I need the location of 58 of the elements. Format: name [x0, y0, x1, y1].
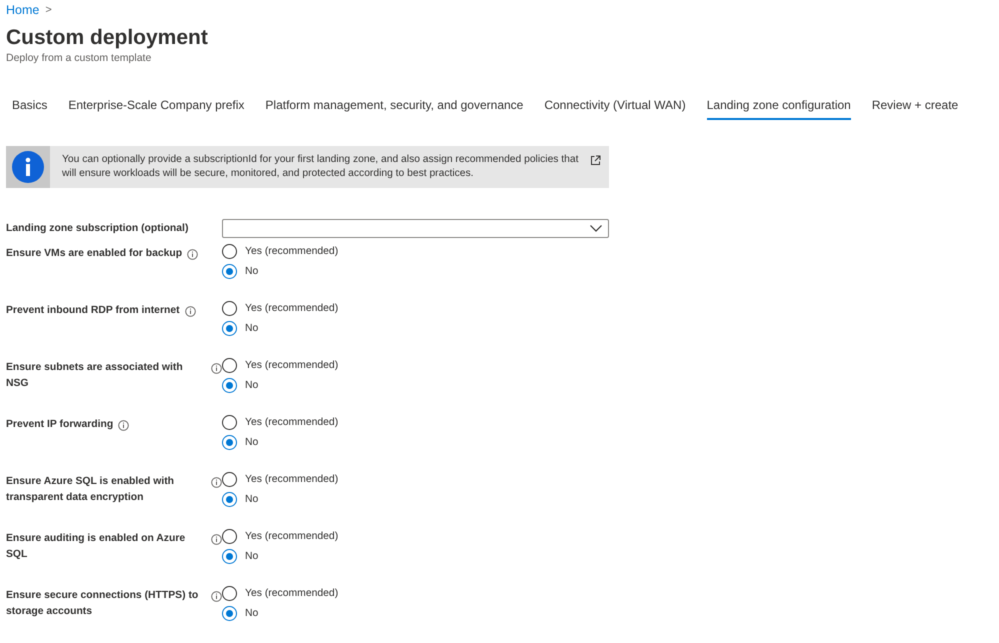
page-title: Custom deployment [6, 25, 209, 51]
info-text: You can optionally provide a subscriptionId for your first landing zone, and also assign recommended policies that will ensure workloads will be secure, monitored, and protected according to best practices. [61, 153, 580, 181]
radio-button[interactable] [222, 529, 237, 544]
radio-label[interactable]: Yes (recommended) [245, 474, 338, 485]
info-icon[interactable] [187, 249, 198, 260]
tab[interactable]: Platform management, security, and governance [265, 94, 524, 120]
radio-button[interactable] [222, 244, 237, 259]
radio-label[interactable]: No [245, 494, 258, 505]
radio-button[interactable] [222, 321, 237, 336]
radio-label[interactable]: No [245, 437, 258, 448]
field-label: Ensure secure connections (HTTPS) to storage accounts [6, 589, 200, 619]
tab[interactable]: Review + create [872, 94, 958, 120]
page-subtitle: Deploy from a custom template [6, 52, 152, 64]
radio-label[interactable]: No [245, 266, 258, 277]
radio-label[interactable]: Yes (recommended) [245, 531, 338, 542]
subscription-dropdown[interactable] [222, 219, 609, 238]
external-link-icon[interactable] [590, 155, 601, 166]
info-icon [12, 151, 44, 183]
info-icon[interactable] [118, 420, 130, 431]
info-icon[interactable] [184, 306, 196, 317]
radio-button[interactable] [222, 358, 237, 373]
field-label: Prevent IP forwarding [6, 418, 114, 432]
radio-button[interactable] [222, 606, 237, 621]
radio-label[interactable]: Yes (recommended) [245, 417, 338, 428]
breadcrumb-separator: > [45, 4, 52, 16]
radio-button[interactable] [222, 549, 237, 564]
info-icon[interactable] [211, 363, 222, 374]
tab[interactable]: Basics [12, 94, 48, 120]
info-icon[interactable] [211, 591, 222, 602]
field-label: Ensure subnets are associated with NSG [6, 361, 184, 391]
info-icon[interactable] [211, 477, 222, 488]
radio-label[interactable]: No [245, 323, 258, 334]
radio-button[interactable] [222, 492, 237, 507]
radio-label[interactable]: Yes (recommended) [245, 588, 338, 599]
radio-button[interactable] [222, 264, 237, 279]
radio-label[interactable]: Yes (recommended) [245, 246, 338, 257]
radio-button[interactable] [222, 435, 237, 450]
breadcrumb-link[interactable]: Home [6, 3, 40, 17]
radio-label[interactable]: No [245, 608, 258, 619]
radio-button[interactable] [222, 586, 237, 601]
field-label: Ensure VMs are enabled for backup [6, 247, 182, 261]
radio-label[interactable]: No [245, 551, 258, 562]
radio-button[interactable] [222, 472, 237, 487]
info-icon[interactable] [211, 534, 222, 545]
tab[interactable]: Enterprise-Scale Company prefix [68, 94, 244, 120]
radio-label[interactable]: Yes (recommended) [245, 303, 338, 314]
field-label: Prevent inbound RDP from internet [6, 304, 180, 318]
radio-label[interactable]: No [245, 380, 258, 391]
tab[interactable]: Connectivity (Virtual WAN) [544, 94, 686, 120]
radio-button[interactable] [222, 301, 237, 316]
tab[interactable]: Landing zone configuration [706, 94, 851, 120]
field-label: Ensure auditing is enabled on Azure SQL [6, 532, 186, 562]
field-label: Ensure Azure SQL is enabled with transparent data encryption [6, 475, 176, 505]
field-label: Landing zone subscription (optional) [6, 222, 188, 236]
radio-button[interactable] [222, 415, 237, 430]
radio-label[interactable]: Yes (recommended) [245, 360, 338, 371]
chevron-down-icon [590, 225, 602, 232]
radio-button[interactable] [222, 378, 237, 393]
